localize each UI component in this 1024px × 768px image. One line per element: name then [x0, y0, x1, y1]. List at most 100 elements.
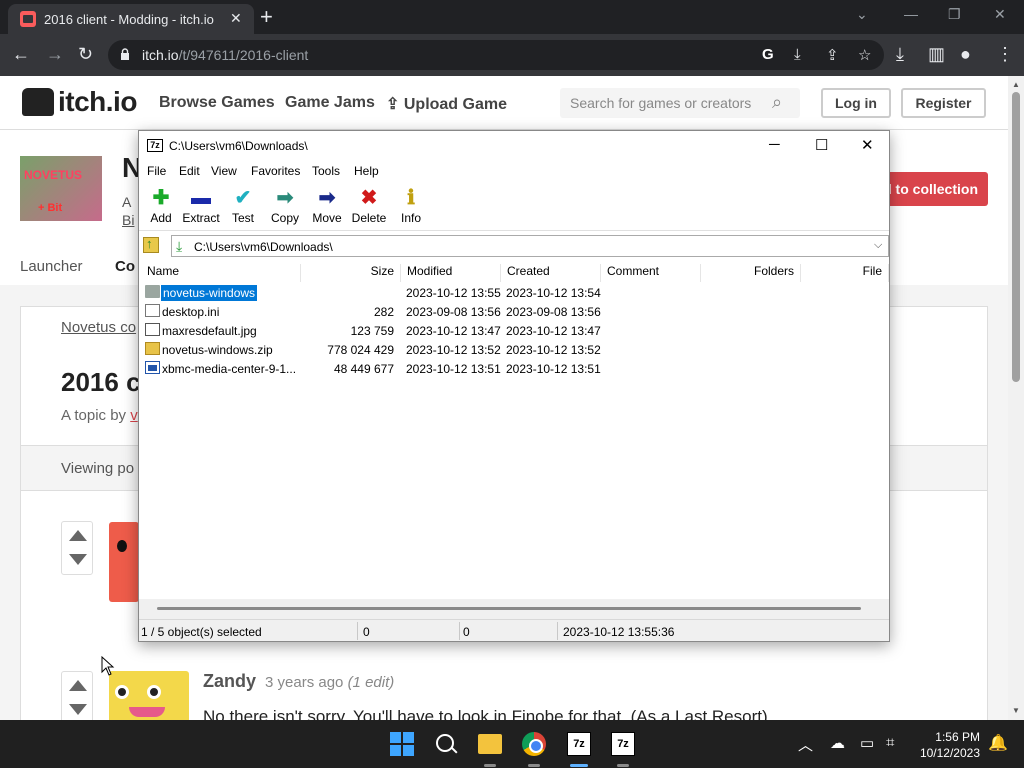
- file-row[interactable]: desktop.ini 282 2023-09-08 13:56 2023-09…: [139, 302, 889, 321]
- forward-icon[interactable]: →: [46, 44, 64, 64]
- profile-icon[interactable]: ●: [960, 44, 971, 64]
- menu-file[interactable]: File: [147, 164, 166, 178]
- game-subtitle: A: [122, 194, 132, 210]
- status-selection: 1 / 5 object(s) selected: [141, 625, 262, 639]
- column-modified[interactable]: Modified: [401, 264, 501, 282]
- upvote-icon[interactable]: [69, 530, 87, 541]
- column-files[interactable]: File: [801, 264, 889, 282]
- tray-chevron-icon[interactable]: ︿: [798, 734, 813, 755]
- side-panel-icon[interactable]: ▥: [928, 44, 945, 64]
- column-size[interactable]: Size: [301, 264, 401, 282]
- avatar[interactable]: [109, 522, 139, 602]
- scrollbar-thumb[interactable]: [1012, 92, 1020, 382]
- test-button[interactable]: ✔ Test: [221, 185, 265, 225]
- downvote-icon[interactable]: [69, 704, 87, 715]
- scrollbar-thumb[interactable]: [157, 607, 861, 610]
- menu-favorites[interactable]: Favorites: [251, 164, 300, 178]
- share-icon[interactable]: ⇪: [826, 46, 839, 64]
- column-folders[interactable]: Folders: [701, 264, 801, 282]
- 7zip-close-button[interactable]: ✕: [861, 136, 874, 154]
- plus-icon: ✚: [152, 187, 170, 209]
- browser-toolbar: ← → ↻ itch.io/t/947611/2016-client G ⤓ ⇪…: [0, 34, 1024, 76]
- system-clock[interactable]: 1:56 PM 10/12/2023: [910, 729, 980, 761]
- file-row[interactable]: novetus-windows 2023-10-12 13:55 2023-10…: [139, 283, 889, 302]
- register-button[interactable]: Register: [901, 88, 986, 118]
- horizontal-scrollbar[interactable]: [139, 599, 889, 619]
- site-search-input[interactable]: Search for games or creators ⌕: [560, 88, 800, 118]
- onedrive-icon[interactable]: ☁: [830, 734, 845, 752]
- window-minimize-button[interactable]: —: [904, 6, 918, 22]
- page-scrollbar[interactable]: ▲ ▼: [1008, 76, 1024, 720]
- breadcrumb[interactable]: Novetus co: [61, 319, 136, 336]
- address-bar[interactable]: itch.io/t/947611/2016-client G ⤓ ⇪ ☆: [108, 40, 884, 70]
- extract-button[interactable]: ▬ Extract: [179, 185, 223, 225]
- comment-author[interactable]: Zandy: [203, 671, 256, 692]
- move-button[interactable]: ➡ Move: [305, 185, 349, 225]
- install-app-icon[interactable]: ⤓: [794, 46, 801, 63]
- column-comment[interactable]: Comment: [601, 264, 701, 282]
- 7zip-minimize-button[interactable]: ─: [769, 136, 780, 153]
- scroll-down-icon[interactable]: ▼: [1012, 706, 1020, 715]
- folder-up-icon[interactable]: [143, 236, 159, 253]
- tab-launcher[interactable]: Launcher: [20, 258, 83, 275]
- menu-tools[interactable]: Tools: [312, 164, 340, 178]
- itchio-logo-icon[interactable]: [22, 88, 54, 116]
- delete-button[interactable]: ✖ Delete: [347, 185, 391, 225]
- info-icon: ℹ: [407, 187, 415, 209]
- menu-kebab-icon[interactable]: ⋮: [996, 44, 1014, 64]
- copy-button[interactable]: ➡ Copy: [263, 185, 307, 225]
- 7zip-taskbar-icon[interactable]: 7z: [567, 732, 591, 756]
- column-created[interactable]: Created: [501, 264, 601, 282]
- login-button[interactable]: Log in: [821, 88, 891, 118]
- back-icon[interactable]: ←: [12, 44, 30, 64]
- bookmark-star-icon[interactable]: ☆: [858, 46, 871, 64]
- window-restore-button[interactable]: ❐: [948, 6, 961, 23]
- tab-close-icon[interactable]: ✕: [230, 10, 242, 27]
- browser-tab[interactable]: 2016 client - Modding - itch.io ✕: [8, 4, 254, 34]
- 7zip-taskbar-icon[interactable]: 7z: [611, 732, 635, 756]
- path-input[interactable]: ⤓ C:\Users\vm6\Downloads\ ⌵: [171, 235, 889, 257]
- file-explorer-icon[interactable]: [478, 734, 502, 754]
- search-icon[interactable]: [434, 732, 458, 756]
- file-row[interactable]: novetus-windows.zip 778 024 429 2023-10-…: [139, 340, 889, 359]
- nav-upload-game[interactable]: ⇪ Upload Game: [386, 94, 507, 114]
- nav-game-jams[interactable]: Game Jams: [285, 94, 375, 112]
- game-author-link[interactable]: Bi: [122, 212, 134, 228]
- 7zip-statusbar: 1 / 5 object(s) selected 0 0 2023-10-12 …: [139, 619, 889, 641]
- windows-start-icon[interactable]: [390, 732, 414, 756]
- 7zip-toolbar: ✚ Add ▬ Extract ✔ Test ➡ Copy ➡ Move ✖ Delete …: [139, 181, 889, 231]
- search-icon[interactable]: ⌕: [772, 92, 782, 113]
- column-name[interactable]: Name: [141, 264, 301, 282]
- notification-bell-icon[interactable]: 🔔: [988, 733, 1008, 753]
- topic-title: 2016 c: [61, 367, 141, 397]
- upvote-icon[interactable]: [69, 680, 87, 691]
- 7zip-maximize-button[interactable]: ☐: [815, 136, 828, 154]
- tab-title: 2016 client - Modding - itch.io: [44, 12, 214, 27]
- window-close-button[interactable]: ✕: [994, 6, 1006, 23]
- add-button[interactable]: ✚ Add: [139, 185, 183, 225]
- chevron-down-icon[interactable]: ⌵: [874, 239, 882, 252]
- info-button[interactable]: ℹ Info: [389, 185, 433, 225]
- 7zip-titlebar[interactable]: 7z C:\Users\vm6\Downloads\ ─ ☐ ✕: [139, 131, 889, 161]
- tab-community[interactable]: Co: [115, 258, 135, 275]
- chrome-icon[interactable]: [522, 732, 546, 756]
- menu-edit[interactable]: Edit: [179, 164, 200, 178]
- scroll-up-icon[interactable]: ▲: [1012, 80, 1020, 89]
- game-thumbnail[interactable]: NOVETUS + Bit: [20, 156, 102, 221]
- tab-search-icon[interactable]: ⌄: [856, 6, 868, 23]
- google-lens-icon[interactable]: G: [762, 46, 774, 63]
- minus-icon: ▬: [191, 187, 211, 209]
- nav-browse-games[interactable]: Browse Games: [159, 94, 275, 112]
- file-row[interactable]: xbmc-media-center-9-1... 48 449 677 2023…: [139, 359, 889, 378]
- display-icon[interactable]: ▭: [860, 734, 874, 752]
- new-tab-button[interactable]: +: [260, 4, 273, 30]
- downvote-icon[interactable]: [69, 554, 87, 565]
- site-logo[interactable]: itch.io: [58, 86, 137, 118]
- downloads-icon[interactable]: ⤓: [896, 44, 904, 64]
- menu-help[interactable]: Help: [354, 164, 379, 178]
- avatar[interactable]: [109, 671, 189, 720]
- menu-view[interactable]: View: [211, 164, 237, 178]
- file-row[interactable]: maxresdefault.jpg 123 759 2023-10-12 13:…: [139, 321, 889, 340]
- reload-icon[interactable]: ↻: [78, 44, 93, 64]
- network-icon[interactable]: ⌗: [886, 734, 894, 751]
